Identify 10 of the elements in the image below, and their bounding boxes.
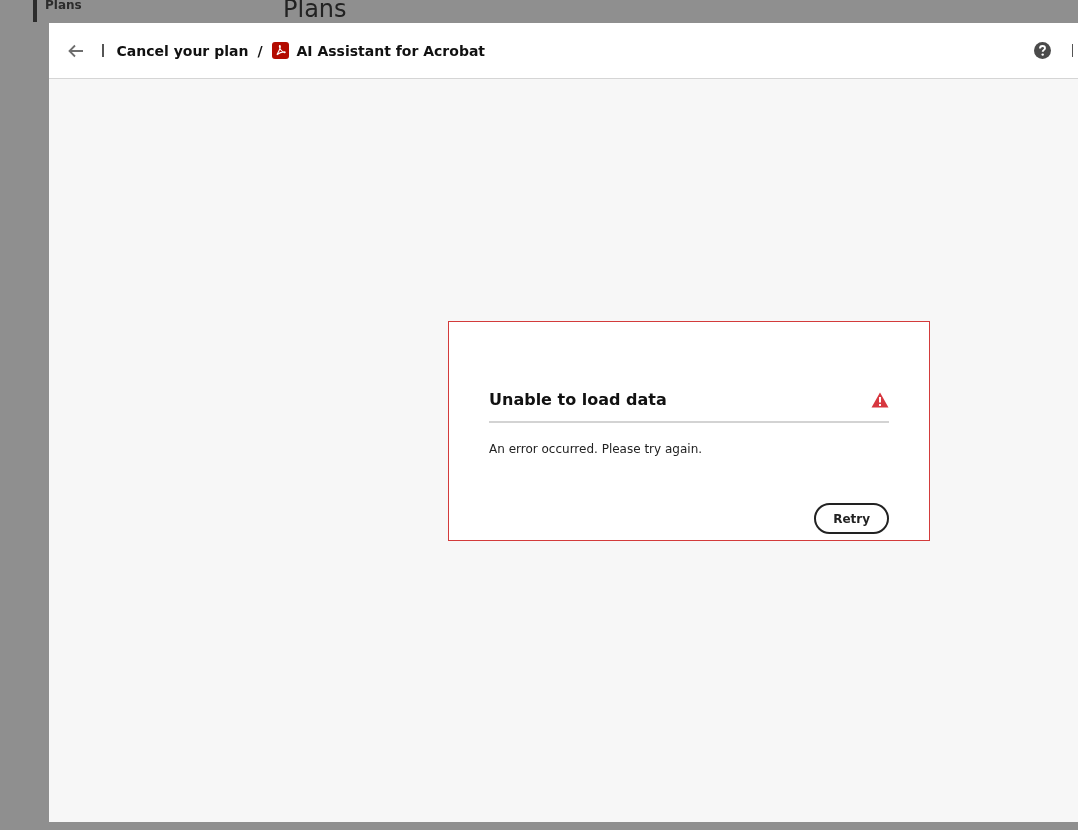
warning-icon [871, 391, 889, 408]
back-arrow-icon[interactable] [68, 43, 84, 58]
breadcrumb-link[interactable]: Cancel your plan [116, 42, 249, 59]
retry-button[interactable]: Retry [814, 503, 889, 534]
help-icon[interactable] [1033, 42, 1051, 59]
error-message: An error occurred. Please try again. [489, 442, 704, 456]
error-title: Unable to load data [489, 390, 667, 409]
breadcrumb-item: AI Assistant for Acrobat [296, 42, 486, 59]
breadcrumb-separator: / [257, 42, 263, 59]
pdf-app-icon [271, 42, 289, 59]
